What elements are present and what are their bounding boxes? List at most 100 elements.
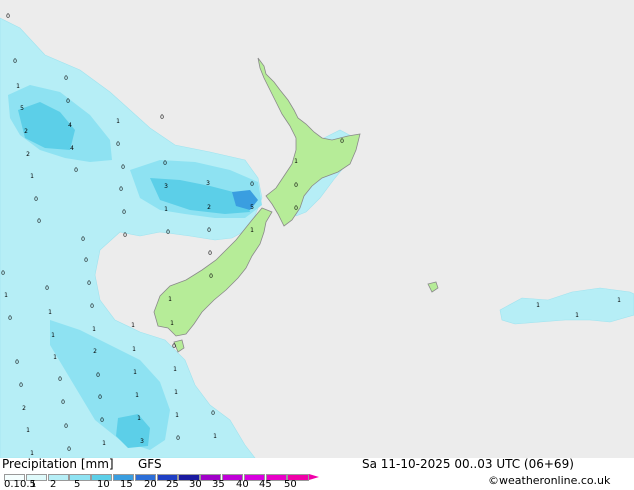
color-scale-arrow-icon: [309, 474, 320, 480]
map-footer: Precipitation [mm] GFS Sa 11-10-2025 00.…: [0, 457, 634, 490]
precip-value-label: 1: [137, 415, 141, 422]
precip-value-label: 2: [93, 348, 97, 355]
color-scale-tick: 2: [50, 479, 57, 490]
precip-value-label: 0: [58, 376, 62, 383]
precip-value-label: 1: [102, 440, 106, 447]
precip-value-label: 3: [206, 180, 210, 187]
precip-value-label: 0: [340, 138, 344, 145]
precip-value-label: 0: [98, 394, 102, 401]
precip-value-label: 0: [119, 186, 123, 193]
precip-value-label: 2: [26, 151, 30, 158]
precip-value-label: 0: [87, 280, 91, 287]
precip-value-label: 1: [26, 427, 30, 434]
precip-value-label: 0: [211, 410, 215, 417]
precip-value-label: 0: [45, 285, 49, 292]
precip-value-label: 1: [536, 302, 540, 309]
precip-value-label: 5: [250, 204, 254, 211]
precip-value-label: 0: [37, 218, 41, 225]
precip-value-label: 0: [250, 181, 254, 188]
color-scale-tick: 25: [166, 479, 179, 490]
precip-value-label: 0: [123, 232, 127, 239]
map-canvas: 000105104204200 013 3 0001 2 5000 0 100000 00011…: [0, 0, 634, 459]
precip-value-label: 0: [116, 141, 120, 148]
precip-value-label: 1: [250, 227, 254, 234]
precip-value-label: 0: [8, 315, 12, 322]
precip-value-label: 5: [20, 105, 24, 112]
precip-value-label: 0: [100, 417, 104, 424]
precip-value-label: 0: [64, 423, 68, 430]
precip-value-label: 0: [13, 58, 17, 65]
precip-value-label: 3: [140, 438, 144, 445]
precip-value-label: 0: [6, 13, 10, 20]
precip-value-label: 1: [170, 320, 174, 327]
precip-value-label: 1: [173, 366, 177, 373]
precip-value-label: 1: [4, 292, 8, 299]
precip-value-label: 4: [70, 145, 74, 152]
precip-value-label: 0: [209, 273, 213, 280]
precip-value-label: 1: [617, 297, 621, 304]
precip-value-label: 4: [68, 122, 72, 129]
precip-value-label: 0: [121, 164, 125, 171]
color-scale-tick: 30: [189, 479, 202, 490]
precip-value-label: 0: [294, 182, 298, 189]
precip-value-label: 1: [174, 389, 178, 396]
precip-value-label: 0: [166, 229, 170, 236]
precip-value-label: 1: [132, 346, 136, 353]
precip-value-label: 0: [64, 75, 68, 82]
precip-value-label: 1: [30, 450, 34, 457]
credit-link[interactable]: ©weatheronline.co.uk: [488, 474, 610, 487]
color-scale-tick: 15: [120, 479, 133, 490]
precip-value-label: 0: [66, 98, 70, 105]
precip-value-label: 1: [116, 118, 120, 125]
precip-value-label: 2: [22, 405, 26, 412]
precip-value-label: 0: [163, 160, 167, 167]
precip-value-label: 0: [176, 435, 180, 442]
color-scale-tick: 20: [144, 479, 157, 490]
precip-value-label: 1: [175, 412, 179, 419]
precip-value-label: 1: [30, 173, 34, 180]
precip-value-label: 1: [16, 83, 20, 90]
color-scale-tick: 1: [30, 479, 37, 490]
color-scale-tick: 35: [212, 479, 225, 490]
precip-value-label: 1: [53, 354, 57, 361]
precip-value-label: 1: [92, 326, 96, 333]
precip-value-label: 1: [168, 296, 172, 303]
precip-value-label: 0: [90, 303, 94, 310]
precip-value-label: 0: [15, 359, 19, 366]
precip-value-label: 0: [34, 196, 38, 203]
precip-value-label: 1: [294, 158, 298, 165]
precip-value-label: 0: [1, 270, 5, 277]
color-scale-tick: 40: [236, 479, 249, 490]
precip-value-label: 3: [164, 183, 168, 190]
precip-value-label: 1: [164, 206, 168, 213]
precip-value-label: 0: [207, 227, 211, 234]
model-name: GFS: [138, 457, 162, 471]
precip-value-label: 0: [160, 114, 164, 121]
precip-value-label: 0: [84, 257, 88, 264]
precip-value-label: 0: [172, 343, 176, 350]
precip-value-label: 0: [122, 209, 126, 216]
precip-value-label: 1: [575, 312, 579, 319]
precip-value-label: 1: [48, 309, 52, 316]
precip-value-label: 2: [207, 204, 211, 211]
color-scale-tick: 5: [74, 479, 81, 490]
color-scale-tick: 45: [259, 479, 272, 490]
precip-value-label: 1: [135, 392, 139, 399]
precip-value-label: 1: [213, 433, 217, 440]
color-scale-tick: 50: [284, 479, 297, 490]
precip-value-label: 1: [133, 369, 137, 376]
precip-value-label: 0: [67, 446, 71, 453]
precip-value-label: 0: [294, 205, 298, 212]
precip-value-label: 0: [61, 399, 65, 406]
precip-value-label: 0: [208, 250, 212, 257]
precip-value-label: 0: [96, 372, 100, 379]
precip-value-label: 0: [81, 236, 85, 243]
legend-title: Precipitation [mm]: [2, 457, 114, 471]
precip-value-label: 0: [74, 167, 78, 174]
precip-value-label: 2: [24, 128, 28, 135]
precip-value-label: 0: [19, 382, 23, 389]
color-scale-tick: 0.1: [4, 479, 20, 490]
color-scale-tick: 10: [97, 479, 110, 490]
precip-value-label: 1: [51, 332, 55, 339]
precipitation-map: 0001051042042000133000125000010000000011…: [0, 0, 634, 459]
